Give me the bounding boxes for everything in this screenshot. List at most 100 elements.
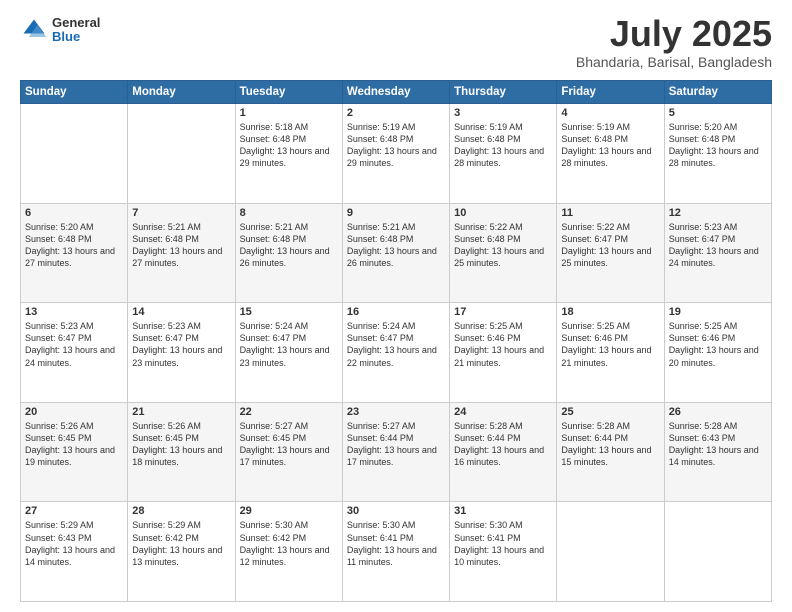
day-number: 4 <box>561 107 659 119</box>
day-info: Sunrise: 5:19 AM Sunset: 6:48 PM Dayligh… <box>347 121 445 170</box>
day-number: 31 <box>454 505 552 517</box>
logo: General Blue <box>20 16 100 45</box>
day-number: 21 <box>132 406 230 418</box>
day-info: Sunrise: 5:26 AM Sunset: 6:45 PM Dayligh… <box>132 420 230 469</box>
calendar-cell: 13 Sunrise: 5:23 AM Sunset: 6:47 PM Dayli… <box>21 303 128 403</box>
calendar-cell: 9Sunrise: 5:21 AM Sunset: 6:48 PM Daylig… <box>342 203 449 303</box>
calendar-week-2: 6 Sunrise: 5:20 AM Sunset: 6:48 PM Daylig… <box>21 203 772 303</box>
day-number: 5 <box>669 107 767 119</box>
calendar-cell: 21 Sunrise: 5:26 AM Sunset: 6:45 PM Dayli… <box>128 402 235 502</box>
day-number: 11 <box>561 207 659 219</box>
col-wednesday: Wednesday <box>342 81 449 104</box>
calendar-cell <box>128 104 235 204</box>
day-info: Sunrise: 5:23 AM Sunset: 6:47 PM Dayligh… <box>669 221 767 270</box>
day-info: Sunrise: 5:28 AM Sunset: 6:44 PM Dayligh… <box>454 420 552 469</box>
day-number: 19 <box>669 306 767 318</box>
day-number: 20 <box>25 406 123 418</box>
calendar-cell: 3 Sunrise: 5:19 AM Sunset: 6:48 PM Daylig… <box>450 104 557 204</box>
calendar-cell: 27Sunrise: 5:29 AM Sunset: 6:43 PM Dayli… <box>21 502 128 602</box>
calendar-cell: 22Sunrise: 5:27 AM Sunset: 6:45 PM Dayli… <box>235 402 342 502</box>
day-number: 13 <box>25 306 123 318</box>
day-number: 22 <box>240 406 338 418</box>
day-info: Sunrise: 5:21 AM Sunset: 6:48 PM Dayligh… <box>347 221 445 270</box>
day-info: Sunrise: 5:22 AM Sunset: 6:47 PM Dayligh… <box>561 221 659 270</box>
day-number: 25 <box>561 406 659 418</box>
calendar-cell: 31 Sunrise: 5:30 AM Sunset: 6:41 PM Dayli… <box>450 502 557 602</box>
day-info: Sunrise: 5:25 AM Sunset: 6:46 PM Dayligh… <box>669 320 767 369</box>
day-info: Sunrise: 5:21 AM Sunset: 6:48 PM Dayligh… <box>132 221 230 270</box>
calendar-cell: 1 Sunrise: 5:18 AM Sunset: 6:48 PM Daylig… <box>235 104 342 204</box>
calendar-cell: 28Sunrise: 5:29 AM Sunset: 6:42 PM Dayli… <box>128 502 235 602</box>
calendar-cell <box>557 502 664 602</box>
day-number: 7 <box>132 207 230 219</box>
calendar-cell: 24 Sunrise: 5:28 AM Sunset: 6:44 PM Dayli… <box>450 402 557 502</box>
day-number: 8 <box>240 207 338 219</box>
day-info: Sunrise: 5:30 AM Sunset: 6:41 PM Dayligh… <box>454 519 552 568</box>
day-info: Sunrise: 5:26 AM Sunset: 6:45 PM Dayligh… <box>25 420 123 469</box>
calendar-cell: 17 Sunrise: 5:25 AM Sunset: 6:46 PM Dayli… <box>450 303 557 403</box>
day-info: Sunrise: 5:21 AM Sunset: 6:48 PM Dayligh… <box>240 221 338 270</box>
day-number: 3 <box>454 107 552 119</box>
day-number: 29 <box>240 505 338 517</box>
calendar-cell: 2 Sunrise: 5:19 AM Sunset: 6:48 PM Daylig… <box>342 104 449 204</box>
calendar-header-row: Sunday Monday Tuesday Wednesday Thursday… <box>21 81 772 104</box>
calendar-cell: 4 Sunrise: 5:19 AM Sunset: 6:48 PM Daylig… <box>557 104 664 204</box>
day-number: 24 <box>454 406 552 418</box>
calendar-cell: 6 Sunrise: 5:20 AM Sunset: 6:48 PM Daylig… <box>21 203 128 303</box>
day-info: Sunrise: 5:28 AM Sunset: 6:44 PM Dayligh… <box>561 420 659 469</box>
calendar-cell: 16Sunrise: 5:24 AM Sunset: 6:47 PM Dayli… <box>342 303 449 403</box>
calendar-week-1: 1 Sunrise: 5:18 AM Sunset: 6:48 PM Daylig… <box>21 104 772 204</box>
day-info: Sunrise: 5:25 AM Sunset: 6:46 PM Dayligh… <box>454 320 552 369</box>
logo-blue-label: Blue <box>52 30 100 44</box>
day-info: Sunrise: 5:24 AM Sunset: 6:47 PM Dayligh… <box>240 320 338 369</box>
day-number: 12 <box>669 207 767 219</box>
calendar-cell: 18 Sunrise: 5:25 AM Sunset: 6:46 PM Dayli… <box>557 303 664 403</box>
day-info: Sunrise: 5:24 AM Sunset: 6:47 PM Dayligh… <box>347 320 445 369</box>
day-info: Sunrise: 5:30 AM Sunset: 6:42 PM Dayligh… <box>240 519 338 568</box>
day-info: Sunrise: 5:18 AM Sunset: 6:48 PM Dayligh… <box>240 121 338 170</box>
calendar-cell: 20 Sunrise: 5:26 AM Sunset: 6:45 PM Dayli… <box>21 402 128 502</box>
calendar-cell: 7 Sunrise: 5:21 AM Sunset: 6:48 PM Daylig… <box>128 203 235 303</box>
logo-icon <box>20 16 48 44</box>
calendar-cell: 15 Sunrise: 5:24 AM Sunset: 6:47 PM Dayli… <box>235 303 342 403</box>
calendar-week-3: 13 Sunrise: 5:23 AM Sunset: 6:47 PM Dayli… <box>21 303 772 403</box>
day-info: Sunrise: 5:20 AM Sunset: 6:48 PM Dayligh… <box>25 221 123 270</box>
day-info: Sunrise: 5:25 AM Sunset: 6:46 PM Dayligh… <box>561 320 659 369</box>
day-number: 28 <box>132 505 230 517</box>
day-info: Sunrise: 5:23 AM Sunset: 6:47 PM Dayligh… <box>25 320 123 369</box>
header: General Blue July 2025 Bhandaria, Barisa… <box>20 16 772 70</box>
col-thursday: Thursday <box>450 81 557 104</box>
title-block: July 2025 Bhandaria, Barisal, Bangladesh <box>576 16 772 70</box>
day-number: 18 <box>561 306 659 318</box>
logo-general-label: General <box>52 16 100 30</box>
day-number: 27 <box>25 505 123 517</box>
day-number: 6 <box>25 207 123 219</box>
day-info: Sunrise: 5:23 AM Sunset: 6:47 PM Dayligh… <box>132 320 230 369</box>
day-info: Sunrise: 5:28 AM Sunset: 6:43 PM Dayligh… <box>669 420 767 469</box>
day-number: 23 <box>347 406 445 418</box>
day-info: Sunrise: 5:22 AM Sunset: 6:48 PM Dayligh… <box>454 221 552 270</box>
calendar-cell <box>21 104 128 204</box>
day-info: Sunrise: 5:20 AM Sunset: 6:48 PM Dayligh… <box>669 121 767 170</box>
calendar-week-4: 20 Sunrise: 5:26 AM Sunset: 6:45 PM Dayli… <box>21 402 772 502</box>
day-number: 15 <box>240 306 338 318</box>
calendar-cell: 23 Sunrise: 5:27 AM Sunset: 6:44 PM Dayli… <box>342 402 449 502</box>
calendar-cell: 12 Sunrise: 5:23 AM Sunset: 6:47 PM Dayli… <box>664 203 771 303</box>
calendar-cell: 10Sunrise: 5:22 AM Sunset: 6:48 PM Dayli… <box>450 203 557 303</box>
day-info: Sunrise: 5:19 AM Sunset: 6:48 PM Dayligh… <box>561 121 659 170</box>
day-info: Sunrise: 5:30 AM Sunset: 6:41 PM Dayligh… <box>347 519 445 568</box>
calendar-cell: 5 Sunrise: 5:20 AM Sunset: 6:48 PM Daylig… <box>664 104 771 204</box>
col-friday: Friday <box>557 81 664 104</box>
calendar-cell: 29 Sunrise: 5:30 AM Sunset: 6:42 PM Dayli… <box>235 502 342 602</box>
col-tuesday: Tuesday <box>235 81 342 104</box>
logo-text: General Blue <box>52 16 100 45</box>
calendar-cell: 25 Sunrise: 5:28 AM Sunset: 6:44 PM Dayli… <box>557 402 664 502</box>
day-info: Sunrise: 5:27 AM Sunset: 6:44 PM Dayligh… <box>347 420 445 469</box>
calendar-cell <box>664 502 771 602</box>
calendar-cell: 26Sunrise: 5:28 AM Sunset: 6:43 PM Dayli… <box>664 402 771 502</box>
day-number: 1 <box>240 107 338 119</box>
day-number: 2 <box>347 107 445 119</box>
calendar-week-5: 27Sunrise: 5:29 AM Sunset: 6:43 PM Dayli… <box>21 502 772 602</box>
day-number: 17 <box>454 306 552 318</box>
day-info: Sunrise: 5:19 AM Sunset: 6:48 PM Dayligh… <box>454 121 552 170</box>
